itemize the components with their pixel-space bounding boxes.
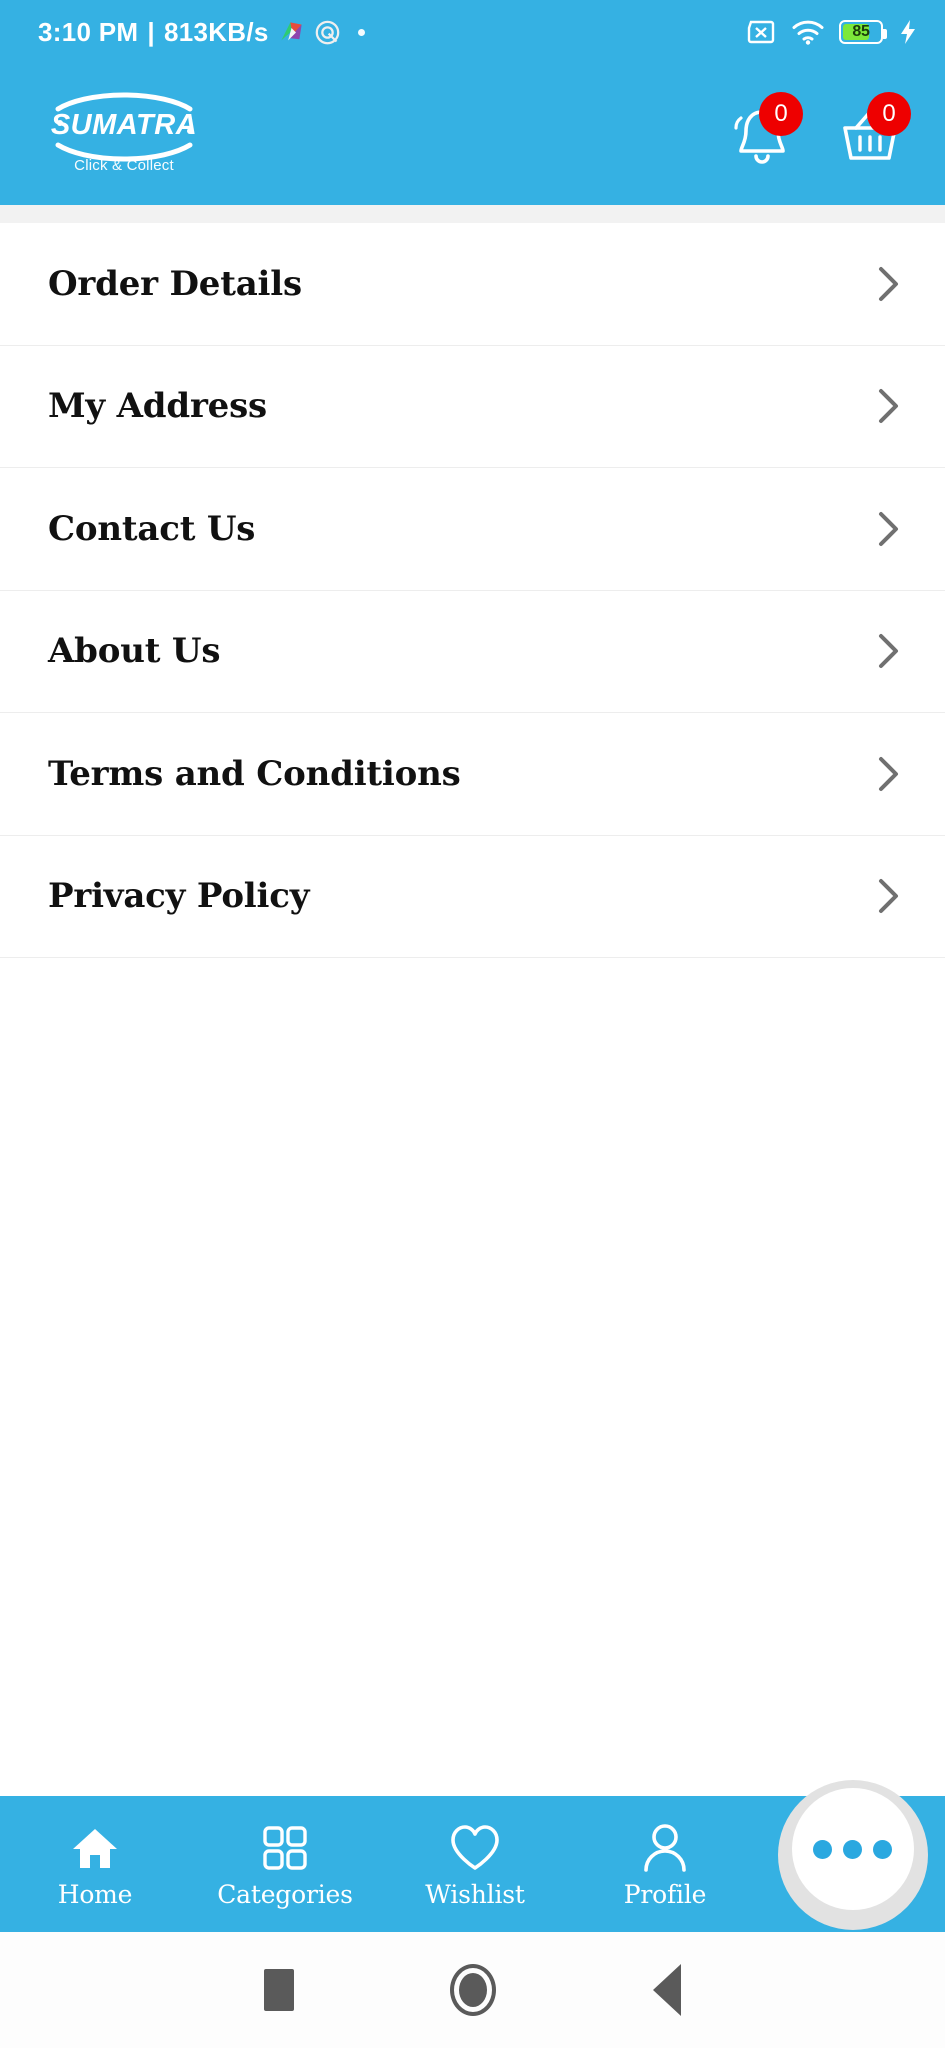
app-icon-colorful: [281, 21, 302, 40]
menu-row-order-details[interactable]: Order Details: [0, 223, 945, 346]
status-network-speed: 813KB/s: [163, 16, 269, 47]
menu-row-contact-us[interactable]: Contact Us: [0, 468, 945, 591]
more-dots-icon: [843, 1839, 862, 1859]
fab-slot: [760, 1780, 945, 1930]
menu-label: Contact Us: [48, 508, 256, 549]
menu-row-terms-and-conditions[interactable]: Terms and Conditions: [0, 713, 945, 836]
chevron-right-icon: [879, 511, 898, 546]
more-options-fab[interactable]: [791, 1788, 914, 1910]
sim-off-icon: [747, 20, 775, 44]
more-dots-icon: [813, 1839, 832, 1859]
status-bar: 3:10 PM | 813KB/s 85: [0, 0, 945, 64]
status-separator: |: [147, 16, 155, 47]
menu-label: About Us: [48, 631, 221, 672]
nav-item-categories[interactable]: Categories: [190, 1796, 380, 1930]
home-icon: [70, 1823, 120, 1873]
recents-square-icon[interactable]: [246, 1957, 312, 2023]
wifi-icon: [792, 20, 824, 45]
nav-item-home[interactable]: Home: [0, 1796, 190, 1930]
content-top-gap: [0, 205, 945, 223]
grid-icon: [261, 1823, 309, 1873]
nav-label: Wishlist: [425, 1880, 525, 1909]
header-actions: 0 0: [725, 91, 911, 172]
nav-label: Profile: [623, 1880, 707, 1909]
charging-bolt-icon: [901, 20, 915, 44]
status-dot: [357, 28, 365, 36]
menu-label: Order Details: [48, 263, 302, 304]
app-header: SUMATRA Click & Collect 0 0: [0, 64, 945, 205]
menu-label: My Address: [48, 386, 267, 427]
nav-label: Home: [57, 1880, 133, 1909]
more-dots-icon: [873, 1839, 892, 1859]
nav-item-wishlist[interactable]: Wishlist: [380, 1796, 570, 1930]
cart-button[interactable]: 0: [833, 91, 911, 172]
notifications-button[interactable]: 0: [725, 91, 803, 172]
content-empty-area: [0, 958, 945, 1518]
battery-percent: 85: [852, 23, 870, 40]
app-icon-circle: [315, 20, 339, 44]
heart-icon: [449, 1823, 501, 1873]
back-triangle-icon[interactable]: [634, 1957, 700, 2023]
menu-label: Privacy Policy: [48, 876, 310, 917]
home-circle-icon[interactable]: [440, 1957, 506, 2023]
battery-icon: 85: [839, 20, 887, 44]
menu-row-my-address[interactable]: My Address: [0, 345, 945, 468]
status-time: 3:10 PM: [38, 16, 139, 47]
status-bar-right: 85: [745, 18, 919, 46]
menu-list: Order Details My Address Contact Us Abou…: [0, 223, 945, 958]
menu-label: Terms and Conditions: [48, 753, 461, 794]
brand-logo[interactable]: SUMATRA Click & Collect: [44, 83, 204, 187]
chevron-right-icon: [879, 266, 898, 301]
chevron-right-icon: [879, 634, 898, 669]
person-icon: [641, 1823, 689, 1873]
menu-row-about-us[interactable]: About Us: [0, 590, 945, 713]
android-system-navigation: [0, 1930, 945, 2048]
nav-item-profile[interactable]: Profile: [570, 1796, 760, 1930]
status-bar-left: 3:10 PM | 813KB/s: [38, 17, 365, 48]
brand-tagline: Click & Collect: [74, 156, 174, 174]
notification-badge: 0: [759, 91, 803, 136]
menu-row-privacy-policy[interactable]: Privacy Policy: [0, 835, 945, 958]
cart-badge: 0: [867, 91, 911, 136]
bottom-navigation-bar: Home Categories Wishlist Profile: [0, 1780, 945, 1930]
chevron-right-icon: [879, 879, 898, 914]
nav-label: Categories: [217, 1880, 353, 1909]
chevron-right-icon: [879, 389, 898, 424]
brand-name: SUMATRA: [50, 108, 198, 141]
chevron-right-icon: [879, 756, 898, 791]
